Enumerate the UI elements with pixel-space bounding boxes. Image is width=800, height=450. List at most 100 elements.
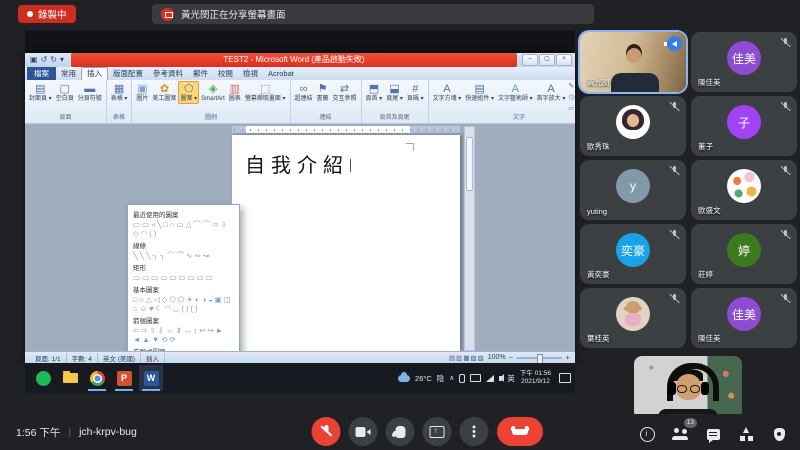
- ribbon-button[interactable]: ⬓ 頁尾 ▾: [384, 81, 405, 104]
- camera-button[interactable]: [348, 417, 378, 446]
- ribbon-button-icon: ▤: [474, 83, 485, 95]
- self-view-tile[interactable]: [634, 356, 742, 420]
- ribbon-tab[interactable]: Acrobat: [263, 68, 299, 80]
- input-language[interactable]: 英: [507, 373, 515, 384]
- ribbon-button-icon: ▤: [35, 83, 46, 95]
- tray-mic-icon[interactable]: [459, 373, 466, 383]
- ribbon-button[interactable]: ▬ 分頁符號: [76, 81, 104, 104]
- chevron-up-icon[interactable]: ∧: [449, 374, 454, 382]
- window-minimize-button[interactable]: –: [522, 54, 538, 66]
- participant-tile[interactable]: 歐盛文: [691, 160, 797, 220]
- tray-weather-word[interactable]: 陰: [437, 373, 445, 384]
- participant-tile[interactable]: 奕豪 黃奕豪: [580, 224, 686, 284]
- chat-button[interactable]: [704, 425, 722, 443]
- participant-tile[interactable]: 佳美 陳佳美: [691, 32, 797, 92]
- more-options-button[interactable]: [459, 417, 489, 446]
- ribbon-button[interactable]: ▥ 圖表: [227, 81, 243, 104]
- participant-tile[interactable]: 佳美 陳佳美: [691, 288, 797, 348]
- ribbon-button[interactable]: # 頁碼 ▾: [405, 81, 426, 104]
- taskbar-app[interactable]: [31, 365, 55, 391]
- save-icon[interactable]: ▣: [30, 53, 38, 67]
- view-mode-buttons[interactable]: ▤▥▦▧▨: [449, 354, 485, 362]
- tray-clock[interactable]: 下午 01:56 2021/9/12: [520, 370, 551, 386]
- volume-icon[interactable]: [499, 374, 505, 382]
- network-icon[interactable]: [486, 374, 495, 382]
- participant-tile[interactable]: 黃光閔: [580, 32, 686, 92]
- ribbon-button[interactable]: A 文字方塊 ▾: [431, 81, 464, 104]
- shapes-section-glyphs[interactable]: ▭▭▭▭▭▭▭▭▭: [133, 273, 234, 282]
- touch-keyboard-icon[interactable]: [470, 374, 482, 382]
- ribbon-button[interactable]: ▣ 圖片: [134, 81, 150, 104]
- redo-icon[interactable]: ↻: [50, 53, 57, 67]
- activities-button[interactable]: [737, 425, 755, 443]
- shapes-section-title: 矩形: [133, 265, 146, 272]
- ribbon-button[interactable]: ◈ SmartArt: [199, 81, 227, 104]
- leave-call-button[interactable]: [497, 417, 543, 446]
- ribbon-button[interactable]: ✿ 美工圖案: [150, 81, 178, 104]
- ribbon-button[interactable]: ▦ 表格 ▾: [109, 81, 130, 104]
- ribbon-button[interactable]: ✎簽名欄 ▾: [567, 81, 575, 92]
- ribbon-tab[interactable]: 郵件: [188, 68, 213, 80]
- taskbar-app[interactable]: [58, 365, 82, 391]
- host-controls-button[interactable]: [770, 425, 788, 443]
- tray-temperature[interactable]: 26°C: [415, 374, 432, 383]
- qat-more-icon[interactable]: ▾: [60, 53, 64, 67]
- ribbon-tab[interactable]: 參考資料: [148, 68, 188, 80]
- ribbon-button[interactable]: ⬒ 頁首 ▾: [364, 81, 385, 104]
- mic-off-icon: [669, 229, 680, 241]
- notification-center-icon[interactable]: [559, 373, 571, 383]
- ribbon-group-label: 頁面: [59, 115, 72, 121]
- zoom-slider[interactable]: [516, 353, 563, 364]
- ribbon-button[interactable]: ▤ 快速組件 ▾: [463, 81, 496, 104]
- zoom-in-button[interactable]: +: [565, 353, 570, 362]
- participant-tile[interactable]: 婷 莊婷: [691, 224, 797, 284]
- mic-button[interactable]: [311, 417, 341, 446]
- ribbon-button[interactable]: ⬚ 螢幕擷取畫面 ▾: [243, 81, 288, 104]
- shapes-section-title: 箭號圖案: [133, 318, 159, 325]
- ribbon-button[interactable]: ▢ 空白頁: [54, 81, 76, 104]
- ribbon-button-icon: A: [511, 83, 519, 95]
- ribbon-button[interactable]: A 首字放大 ▾: [535, 81, 568, 104]
- present-button[interactable]: [422, 417, 452, 446]
- shapes-section-glyphs[interactable]: □○△◁◇⬠⬡☀◐◑◒▣◫⌂☺♥☾◠◡(){}: [133, 295, 234, 313]
- participant-tile[interactable]: y yuting: [580, 160, 686, 220]
- taskbar-app[interactable]: [85, 365, 109, 391]
- spotify-icon: [35, 370, 51, 386]
- shapes-section-glyphs[interactable]: ⇦⇨⇧⇩⇔⇕↔↕↩↪►◄▲▼⟲⟳: [133, 326, 234, 344]
- ribbon-tab[interactable]: 檔案: [27, 67, 56, 80]
- undo-icon[interactable]: ↺: [41, 53, 48, 67]
- ribbon-button-icon: ▱: [568, 104, 574, 112]
- ribbon-button[interactable]: ⇄ 交互參照: [331, 81, 359, 104]
- shapes-panel[interactable]: 最近使用的圖案 ▭▭◃╲□○▭△⌒⌒⇨⇩◇◠() 線條 ╲╲╲┐┐⌒⌒∿∾↝ 矩形 ▭▭▭…: [127, 204, 240, 351]
- ribbon-button[interactable]: ▤ 封面頁 ▾: [27, 81, 54, 104]
- ribbon-tab[interactable]: 版面配置: [108, 68, 148, 80]
- ribbon-group-label: 連結: [319, 115, 332, 121]
- shapes-section-glyphs[interactable]: ╲╲╲┐┐⌒⌒∿∾↝: [133, 251, 234, 260]
- ribbon-button[interactable]: ⚑ 書籤: [315, 81, 331, 104]
- ribbon-tab[interactable]: 常用: [56, 68, 81, 80]
- ribbon-button[interactable]: ▱物件 ▾: [567, 103, 575, 114]
- info-button[interactable]: [638, 425, 656, 443]
- participant-tile[interactable]: 歐秀珠: [580, 96, 686, 156]
- shared-screen[interactable]: ▣ ↺ ↻ ▾ TEST2 - Microsoft Word (產品啟動失敗) – ▢ ×…: [25, 30, 575, 393]
- people-button[interactable]: 13: [671, 418, 697, 443]
- doc-scrollbar[interactable]: [464, 126, 475, 351]
- ribbon-tab[interactable]: 檢視: [238, 68, 263, 80]
- participant-tile[interactable]: 葉桂英: [580, 288, 686, 348]
- ribbon-tab[interactable]: 插入: [81, 67, 108, 80]
- ribbon-group: ▤ 封面頁 ▾ ▢ 空白頁 ▬ 分頁符號頁面: [25, 80, 107, 123]
- ribbon-button[interactable]: ⬠ 圖案 ▾: [178, 81, 200, 104]
- window-maximize-button[interactable]: ▢: [539, 54, 555, 66]
- taskbar-app[interactable]: P: [112, 365, 136, 391]
- window-close-button[interactable]: ×: [556, 54, 572, 66]
- taskbar-app[interactable]: W: [139, 365, 163, 391]
- ribbon-tab[interactable]: 校閱: [213, 68, 238, 80]
- participant-tile[interactable]: 子 董子: [691, 96, 797, 156]
- raise-hand-button[interactable]: [385, 417, 415, 446]
- shapes-section-glyphs[interactable]: ▭▭◃╲□○▭△⌒⌒⇨⇩◇◠(): [133, 220, 234, 238]
- document-page[interactable]: 自我介紹: [232, 135, 460, 351]
- ribbon-button[interactable]: ◷日期及時間: [567, 92, 575, 103]
- ribbon-button[interactable]: A 文字藝術師 ▾: [496, 81, 535, 104]
- zoom-out-button[interactable]: −: [509, 353, 514, 362]
- ribbon-button[interactable]: ∞ 超連結: [293, 81, 315, 104]
